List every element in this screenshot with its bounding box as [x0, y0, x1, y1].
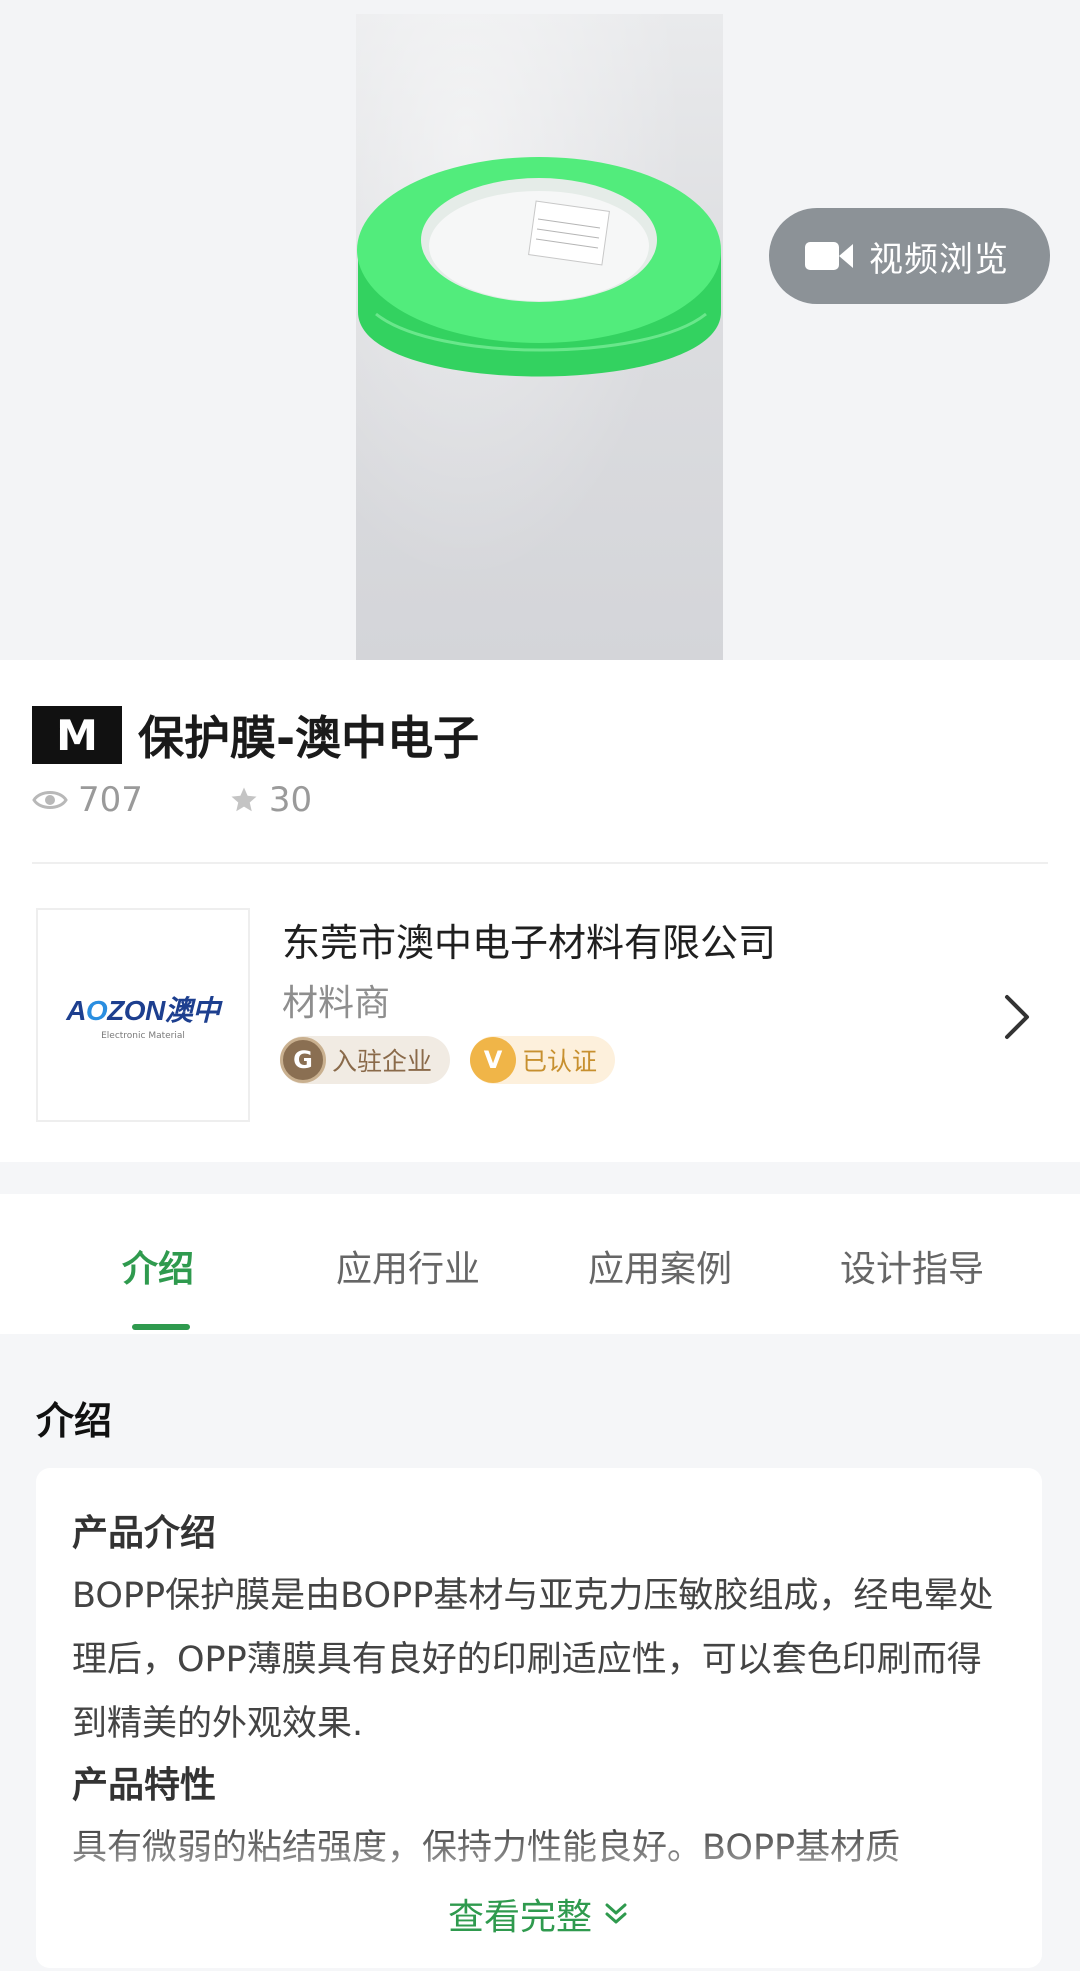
intro-heading: 介绍 [36, 1399, 113, 1443]
company-logo-text: AOZON澳中 [66, 995, 220, 1026]
settled-enterprise-icon: G [280, 1037, 326, 1083]
company-badges: G 入驻企业 V 已认证 [280, 1036, 635, 1084]
view-count: 707 [32, 780, 143, 820]
video-preview-button[interactable]: 视频浏览 [769, 208, 1050, 304]
divider [32, 862, 1048, 864]
favorite-count-value: 30 [268, 780, 313, 820]
product-stats: 707 30 [32, 780, 398, 820]
view-count-value: 707 [78, 780, 143, 820]
tab-industries[interactable]: 应用行业 [336, 1240, 480, 1292]
product-title: 保护膜-澳中电子 [138, 711, 480, 765]
tab-design-guide[interactable]: 设计指导 [840, 1240, 984, 1292]
verified-icon: V [470, 1037, 517, 1083]
detail-tabs: 介绍 应用行业 应用案例 设计指导 [0, 1194, 1080, 1334]
favorite-count: 30 [229, 780, 312, 820]
section-body-intro: BOPP保护膜是由BOPP基材与亚克力压敏胶组成，经电晕处理后，OPP薄膜具有良… [72, 1576, 994, 1744]
product-title-row: M 保护膜-澳中电子 [32, 702, 479, 768]
section-title-intro: 产品介绍 [72, 1513, 217, 1554]
product-media: 视频浏览 [0, 0, 1080, 660]
view-full-label: 查看完整 [447, 1897, 592, 1938]
product-photo[interactable] [356, 14, 723, 660]
company-card[interactable]: AOZON澳中 Electronic Material 东莞市澳中电子材料有限公… [0, 900, 1080, 1130]
tab-intro[interactable]: 介绍 [122, 1240, 194, 1292]
eye-icon [32, 791, 68, 809]
view-full-button[interactable]: 查看完整 [36, 1888, 1042, 1940]
settled-enterprise-label: 入驻企业 [332, 1047, 433, 1076]
product-tag-badge: M [32, 706, 122, 764]
double-chevron-down-icon [605, 1903, 627, 1924]
active-tab-indicator [132, 1324, 190, 1330]
company-type: 材料商 [282, 983, 391, 1024]
verified-label: 已认证 [522, 1047, 598, 1076]
intro-card: 产品介绍 BOPP保护膜是由BOPP基材与亚克力压敏胶组成，经电晕处理后，OPP… [36, 1468, 1042, 1968]
video-preview-label: 视频浏览 [869, 239, 1009, 280]
verified-badge: V 已认证 [470, 1036, 616, 1084]
company-logo-subtext: Electronic Material [101, 1031, 185, 1041]
settled-enterprise-badge: G 入驻企业 [280, 1036, 451, 1084]
section-gap [0, 1162, 1080, 1194]
company-name: 东莞市澳中电子材料有限公司 [282, 921, 777, 965]
tab-cases[interactable]: 应用案例 [588, 1240, 732, 1292]
green-tape-roll-image [357, 157, 721, 377]
star-icon [231, 787, 257, 812]
intro-section: 介绍 产品介绍 BOPP保护膜是由BOPP基材与亚克力压敏胶组成，经电晕处理后，… [0, 1334, 1080, 1971]
video-camera-icon [805, 240, 853, 272]
section-title-features: 产品特性 [72, 1765, 217, 1806]
chevron-right-icon[interactable] [1002, 992, 1032, 1042]
company-logo: AOZON澳中 Electronic Material [36, 908, 250, 1122]
